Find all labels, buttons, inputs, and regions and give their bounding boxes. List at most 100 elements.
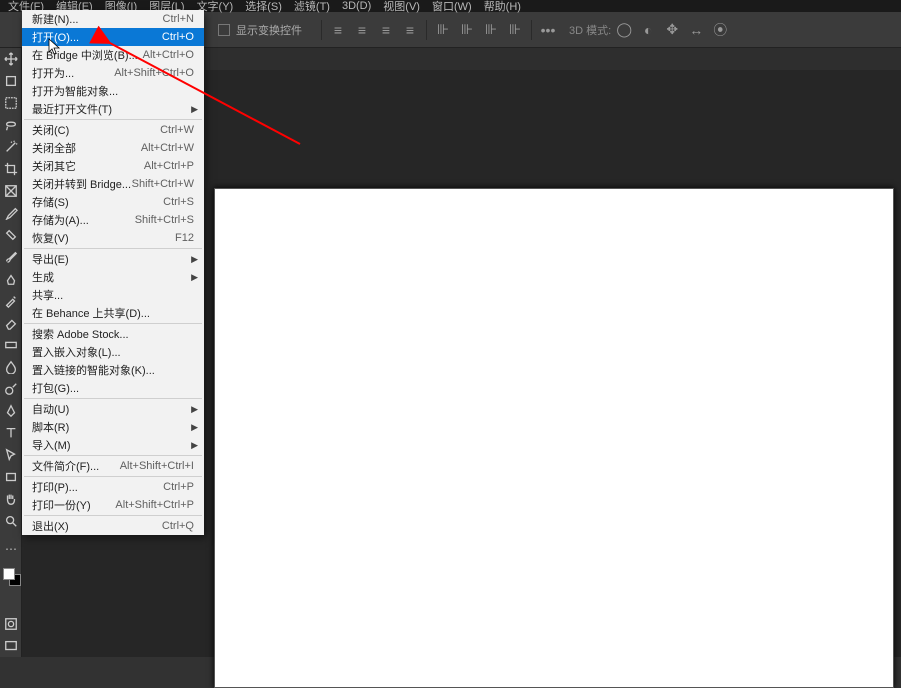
screenmode-icon[interactable] — [0, 635, 22, 657]
menu-item-label: 存储(S) — [32, 194, 163, 210]
path-select-tool[interactable] — [0, 444, 22, 466]
3d-zoom-icon[interactable]: ⦿ — [709, 19, 731, 41]
menubar-item[interactable]: 窗口(W) — [426, 0, 478, 14]
menu-item[interactable]: 脚本(R)▶ — [22, 418, 204, 436]
clone-tool[interactable] — [0, 268, 22, 290]
frame-tool[interactable] — [0, 180, 22, 202]
3d-orbit-icon[interactable]: ◯ — [613, 19, 635, 41]
gradient-tool[interactable] — [0, 334, 22, 356]
hand-tool[interactable] — [0, 488, 22, 510]
distribute-left-icon[interactable]: ⊪ — [504, 19, 526, 41]
quickmask-icon[interactable] — [0, 613, 22, 635]
align-left-icon[interactable]: ≡ — [327, 19, 349, 41]
3d-pan-icon[interactable]: ✥ — [661, 19, 683, 41]
menu-item[interactable]: 关闭(C)Ctrl+W — [22, 121, 204, 139]
more-tools-icon[interactable]: ⋯ — [0, 538, 22, 560]
submenu-arrow-icon: ▶ — [191, 404, 198, 415]
zoom-tool[interactable] — [0, 510, 22, 532]
menubar-item[interactable]: 滤镜(T) — [288, 0, 336, 14]
menu-item-label: 自动(U) — [32, 401, 194, 417]
menu-item-label: 导入(M) — [32, 437, 194, 453]
show-transform-checkbox[interactable] — [218, 24, 230, 36]
menu-item[interactable]: 恢复(V)F12 — [22, 229, 204, 247]
magic-wand-tool[interactable] — [0, 136, 22, 158]
menu-item[interactable]: 在 Bridge 中浏览(B)...Alt+Ctrl+O — [22, 46, 204, 64]
distribute-bottom-icon[interactable]: ⊪ — [480, 19, 502, 41]
pen-tool[interactable] — [0, 400, 22, 422]
type-tool[interactable] — [0, 422, 22, 444]
menu-item[interactable]: 关闭其它Alt+Ctrl+P — [22, 157, 204, 175]
menu-item-label: 打开为... — [32, 65, 114, 81]
submenu-arrow-icon: ▶ — [191, 254, 198, 265]
menu-item[interactable]: 搜索 Adobe Stock... — [22, 325, 204, 343]
menu-item-label: 在 Behance 上共享(D)... — [32, 305, 194, 321]
distribute-top-icon[interactable]: ⊪ — [432, 19, 454, 41]
align-center-h-icon[interactable]: ≡ — [351, 19, 373, 41]
blur-tool[interactable] — [0, 356, 22, 378]
menu-item-label: 搜索 Adobe Stock... — [32, 326, 194, 342]
artboard-tool[interactable] — [0, 70, 22, 92]
menu-item-label: 新建(N)... — [32, 11, 163, 27]
document-canvas[interactable] — [214, 188, 894, 688]
healing-tool[interactable] — [0, 224, 22, 246]
submenu-arrow-icon: ▶ — [191, 272, 198, 283]
menu-item[interactable]: 退出(X)Ctrl+Q — [22, 517, 204, 535]
brush-tool[interactable] — [0, 246, 22, 268]
menu-item[interactable]: 存储为(A)...Shift+Ctrl+S — [22, 211, 204, 229]
menu-item[interactable]: 生成▶ — [22, 268, 204, 286]
menu-item[interactable]: 打印(P)...Ctrl+P — [22, 478, 204, 496]
menu-item-label: 最近打开文件(T) — [32, 101, 194, 117]
menu-item[interactable]: 打开为...Alt+Shift+Ctrl+O — [22, 64, 204, 82]
menu-item[interactable]: 置入链接的智能对象(K)... — [22, 361, 204, 379]
menu-item[interactable]: 打包(G)... — [22, 379, 204, 397]
dodge-tool[interactable] — [0, 378, 22, 400]
menu-item[interactable]: 关闭并转到 Bridge...Shift+Ctrl+W — [22, 175, 204, 193]
menubar-item[interactable]: 选择(S) — [239, 0, 288, 14]
menu-item-label: 置入嵌入对象(L)... — [32, 344, 194, 360]
menu-item[interactable]: 新建(N)...Ctrl+N — [22, 10, 204, 28]
3d-mode-label: 3D 模式: — [569, 22, 611, 38]
menu-item[interactable]: 导出(E)▶ — [22, 250, 204, 268]
menu-item[interactable]: 打开(O)...Ctrl+O — [22, 28, 204, 46]
align-top-icon[interactable]: ≡ — [399, 19, 421, 41]
3d-slide-icon[interactable]: ↔ — [685, 19, 707, 41]
lasso-tool[interactable] — [0, 114, 22, 136]
menu-item[interactable]: 关闭全部Alt+Ctrl+W — [22, 139, 204, 157]
menu-item[interactable]: 打印一份(Y)Alt+Shift+Ctrl+P — [22, 496, 204, 514]
menu-item-shortcut: Alt+Shift+Ctrl+P — [115, 499, 194, 511]
history-brush-tool[interactable] — [0, 290, 22, 312]
menu-item-label: 打印一份(Y) — [32, 497, 115, 513]
menu-item[interactable]: 文件简介(F)...Alt+Shift+Ctrl+I — [22, 457, 204, 475]
3d-roll-icon[interactable]: ◐ — [637, 19, 659, 41]
eyedropper-tool[interactable] — [0, 202, 22, 224]
rectangle-tool[interactable] — [0, 466, 22, 488]
menu-item[interactable]: 共享... — [22, 286, 204, 304]
menu-item[interactable]: 存储(S)Ctrl+S — [22, 193, 204, 211]
menu-item-shortcut: Alt+Shift+Ctrl+O — [114, 67, 194, 79]
menu-item-label: 退出(X) — [32, 518, 162, 534]
menubar-item[interactable]: 视图(V) — [377, 0, 426, 14]
menu-item[interactable]: 自动(U)▶ — [22, 400, 204, 418]
move-tool[interactable] — [0, 48, 22, 70]
show-transform-label: 显示变换控件 — [236, 22, 302, 38]
eraser-tool[interactable] — [0, 312, 22, 334]
crop-tool[interactable] — [0, 158, 22, 180]
menu-item-shortcut: Alt+Ctrl+W — [141, 142, 194, 154]
color-swatches[interactable] — [0, 568, 21, 598]
menu-item-label: 打开(O)... — [32, 29, 162, 45]
menu-item[interactable]: 导入(M)▶ — [22, 436, 204, 454]
menu-item-shortcut: Alt+Ctrl+O — [143, 49, 194, 61]
foreground-color-swatch[interactable] — [3, 568, 15, 580]
distribute-vcenter-icon[interactable]: ⊪ — [456, 19, 478, 41]
marquee-tool[interactable] — [0, 92, 22, 114]
menu-item[interactable]: 在 Behance 上共享(D)... — [22, 304, 204, 322]
menu-item[interactable]: 置入嵌入对象(L)... — [22, 343, 204, 361]
menu-item[interactable]: 最近打开文件(T)▶ — [22, 100, 204, 118]
menubar-item[interactable]: 3D(D) — [336, 0, 377, 12]
file-menu[interactable]: 新建(N)...Ctrl+N打开(O)...Ctrl+O在 Bridge 中浏览… — [22, 10, 204, 535]
align-right-icon[interactable]: ≡ — [375, 19, 397, 41]
menubar-item[interactable]: 帮助(H) — [478, 0, 527, 14]
menu-item-label: 打印(P)... — [32, 479, 163, 495]
more-icon[interactable]: ••• — [537, 19, 559, 41]
menu-item[interactable]: 打开为智能对象... — [22, 82, 204, 100]
